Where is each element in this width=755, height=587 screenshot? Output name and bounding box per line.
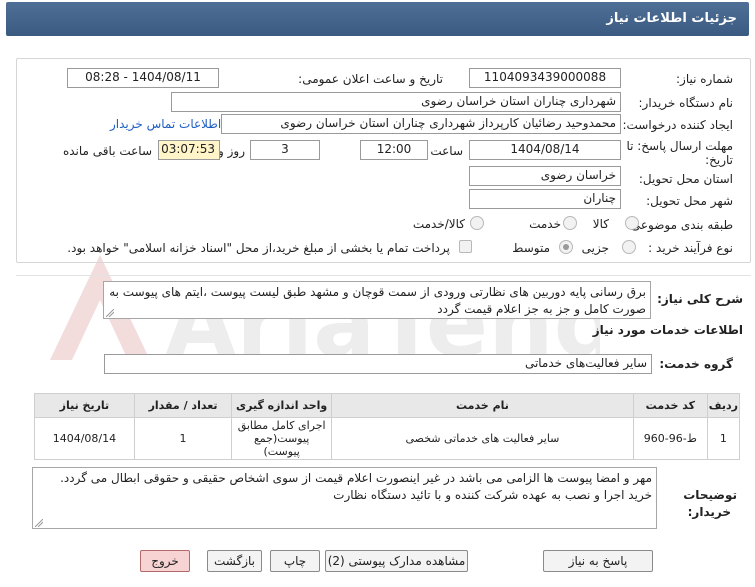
days-label: روز و (218, 144, 245, 158)
process-option-minor: جزیی (581, 241, 609, 255)
buyer-notes-text: مهر و امضا پیوست ها الزامی می باشد در غی… (32, 467, 657, 529)
payment-note: پرداخت تمام یا بخشی از مبلغ خرید،از محل … (67, 241, 450, 255)
cell-index: 1 (706, 417, 741, 460)
services-section-title: اطلاعات خدمات مورد نیاز (592, 323, 743, 337)
service-group-label: گروه خدمت: (659, 357, 733, 371)
col-qty: تعداد / مقدار (133, 393, 233, 418)
need-number-label: شماره نیاز: (676, 72, 733, 86)
deadline-label-date: تاریخ: (705, 153, 733, 167)
creator-label: ایجاد کننده درخواست: (622, 118, 733, 132)
treasury-checkbox[interactable] (459, 240, 472, 253)
col-code: کد خدمت (632, 393, 708, 418)
creator-field: محمدوحید رضائیان کارپرداز شهرداری چناران… (221, 114, 621, 134)
category-option-service: خدمت (529, 217, 561, 231)
col-index: ردیف (706, 393, 741, 418)
category-option-goods: کالا (592, 217, 609, 231)
city-label: شهر محل تحویل: (646, 194, 733, 208)
exit-button[interactable]: خروج (140, 550, 190, 572)
category-radio-goods[interactable] (625, 216, 639, 230)
resize-grip-icon[interactable] (35, 519, 43, 527)
buyer-notes-label-2: خریدار: (687, 505, 731, 519)
process-label: نوع فرآیند خرید : (648, 241, 733, 255)
cell-date: 1404/08/14 (34, 417, 135, 460)
city-field: چناران (469, 189, 621, 209)
cell-code: ط-96-960 (632, 417, 708, 460)
reply-button[interactable]: پاسخ به نیاز (543, 550, 653, 572)
category-radio-goods-service[interactable] (470, 216, 484, 230)
remaining-time-field: 03:07:53 (158, 140, 220, 160)
form-frame (16, 58, 751, 263)
attachments-button[interactable]: مشاهده مدارک پیوستی (2) (325, 550, 468, 572)
service-group-field: سایر فعالیت‌های خدماتی (104, 354, 652, 374)
buyer-notes-content: مهر و امضا پیوست ها الزامی می باشد در غی… (60, 471, 652, 502)
print-button[interactable]: چاپ (270, 550, 320, 572)
resize-grip-icon[interactable] (106, 309, 114, 317)
remaining-label: ساعت باقی مانده (62, 144, 152, 158)
page-title: جزئیات اطلاعات نیاز (606, 11, 737, 26)
col-date: تاریخ نیاز (34, 393, 135, 418)
cell-unit: اجرای کامل مطابق پیوست(جمع پیوست) (231, 417, 332, 460)
need-number-field: 1104093439000088 (469, 68, 621, 88)
category-radio-service[interactable] (563, 216, 577, 230)
back-button[interactable]: بازگشت (207, 550, 262, 572)
announce-label: تاریخ و ساعت اعلان عمومی: (298, 72, 443, 86)
category-option-goods-service: کالا/خدمت (412, 217, 465, 231)
buyer-org-field: شهرداری چناران استان خراسان رضوی (171, 92, 621, 112)
deadline-label: مهلت ارسال پاسخ: تا (626, 139, 733, 153)
province-label: استان محل تحویل: (638, 172, 733, 186)
announce-field: 1404/08/11 - 08:28 (67, 68, 219, 88)
province-field: خراسان رضوی (469, 166, 621, 186)
deadline-time-label: ساعت (430, 144, 463, 158)
description-label: شرح کلی نیاز: (657, 292, 743, 306)
buyer-notes-label: توضیحات (683, 488, 737, 502)
buyer-org-label: نام دستگاه خریدار: (638, 96, 734, 110)
process-option-medium: متوسط (512, 241, 550, 255)
description-content: برق رسانی پایه دوربین های نظارتی ورودی ا… (109, 285, 646, 316)
table-header-row: ردیف کد خدمت نام خدمت واحد اندازه گیری ت… (34, 393, 741, 418)
description-text: برق رسانی پایه دوربین های نظارتی ورودی ا… (103, 281, 651, 319)
process-radio-medium[interactable] (559, 240, 573, 254)
cell-name: سایر فعالیت های خدماتی شخصی (330, 417, 634, 460)
deadline-date-field: 1404/08/14 (469, 140, 621, 160)
divider (16, 275, 751, 276)
days-field: 3 (250, 140, 320, 160)
page-header: جزئیات اطلاعات نیاز (6, 2, 749, 36)
services-table: ردیف کد خدمت نام خدمت واحد اندازه گیری ت… (34, 393, 741, 460)
table-row: 1 ط-96-960 سایر فعالیت های خدماتی شخصی ا… (34, 417, 741, 460)
process-radio-minor[interactable] (622, 240, 636, 254)
category-label: طبقه بندی موضوعی: (626, 218, 733, 232)
cell-qty: 1 (133, 417, 233, 460)
deadline-time-field: 12:00 (360, 140, 428, 160)
col-name: نام خدمت (330, 393, 634, 418)
contact-buyer-link[interactable]: اطلاعات تماس خریدار (110, 117, 221, 131)
col-unit: واحد اندازه گیری (231, 393, 332, 418)
